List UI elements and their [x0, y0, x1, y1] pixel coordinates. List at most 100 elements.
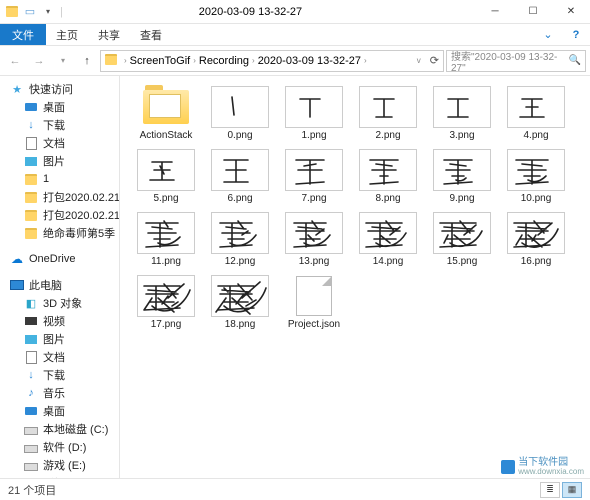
- maximize-button[interactable]: ☐: [514, 0, 552, 24]
- sidebar-folder-pack2[interactable]: 打包2020.02.21.02: [0, 206, 119, 224]
- file-list[interactable]: ActionStack 0.png 1.png 2.png 3.png4.png 5.pn…: [120, 76, 590, 478]
- image-item[interactable]: 6.png: [204, 147, 276, 206]
- image-item[interactable]: 0.png: [204, 84, 276, 143]
- file-label: 14.png: [373, 256, 404, 267]
- minimize-button[interactable]: ─: [476, 0, 514, 24]
- image-item[interactable]: 5.png: [130, 147, 202, 206]
- image-item[interactable]: 14.png: [352, 210, 424, 269]
- sidebar-downloads[interactable]: 下载: [0, 116, 119, 134]
- nav-pane[interactable]: ★快速访问 桌面 下载 文档 图片 1 打包2020.02.21.01 打包20…: [0, 76, 120, 478]
- document-icon: [24, 350, 38, 364]
- image-item[interactable]: 15.png: [426, 210, 498, 269]
- folder-item[interactable]: ActionStack: [130, 84, 202, 143]
- image-item[interactable]: 9.png: [426, 147, 498, 206]
- nav-bar: ← → ▾ ↑ › ScreenToGif › Recording › 2020…: [0, 46, 590, 76]
- item-count: 21 个项目: [8, 482, 56, 498]
- image-item[interactable]: 8.png: [352, 147, 424, 206]
- file-label: 17.png: [151, 319, 182, 330]
- image-item[interactable]: 16.png: [500, 210, 572, 269]
- sidebar-documents[interactable]: 文档: [0, 134, 119, 152]
- refresh-icon[interactable]: ⟳: [430, 54, 439, 67]
- forward-button[interactable]: →: [28, 50, 50, 72]
- sidebar-videos[interactable]: 视频: [0, 312, 119, 330]
- breadcrumb-part[interactable]: ScreenToGif: [130, 55, 191, 67]
- file-label: 8.png: [375, 193, 400, 204]
- sidebar-desktop-pc[interactable]: 桌面: [0, 402, 119, 420]
- image-thumbnail: [211, 212, 269, 254]
- icons-view-button[interactable]: ▦: [562, 482, 582, 498]
- breadcrumb[interactable]: › ScreenToGif › Recording › 2020-03-09 1…: [100, 50, 444, 72]
- breadcrumb-dropdown-icon[interactable]: v: [417, 56, 421, 65]
- tab-share[interactable]: 共享: [88, 24, 130, 45]
- sidebar-desktop[interactable]: 桌面: [0, 98, 119, 116]
- image-item[interactable]: 4.png: [500, 84, 572, 143]
- chevron-right-icon[interactable]: ›: [193, 56, 196, 65]
- image-thumbnail: [507, 212, 565, 254]
- tab-view[interactable]: 查看: [130, 24, 172, 45]
- image-item[interactable]: 2.png: [352, 84, 424, 143]
- image-thumbnail: [211, 149, 269, 191]
- tab-file[interactable]: 文件: [0, 24, 46, 45]
- sidebar-documents-pc[interactable]: 文档: [0, 348, 119, 366]
- pc-icon: [10, 278, 24, 292]
- sidebar-quick-access[interactable]: ★快速访问: [0, 80, 119, 98]
- sidebar-folder-pack1[interactable]: 打包2020.02.21.01: [0, 188, 119, 206]
- sidebar-folder-show5[interactable]: 绝命毒师第5季: [0, 224, 119, 242]
- picture-icon: [24, 332, 38, 346]
- image-item[interactable]: 7.png: [278, 147, 350, 206]
- image-item[interactable]: 11.png: [130, 210, 202, 269]
- close-button[interactable]: ✕: [552, 0, 590, 24]
- drive-icon: [24, 458, 38, 472]
- chevron-right-icon[interactable]: ›: [252, 56, 255, 65]
- help-icon[interactable]: ?: [562, 24, 590, 45]
- ribbon-expand-icon[interactable]: ⌄: [534, 24, 562, 45]
- sidebar-downloads-pc[interactable]: 下载: [0, 366, 119, 384]
- search-input[interactable]: 搜索"2020-03-09 13-32-27" 🔍: [446, 50, 586, 72]
- sidebar-3d-objects[interactable]: 3D 对象: [0, 294, 119, 312]
- image-item[interactable]: 3.png: [426, 84, 498, 143]
- file-label: ActionStack: [140, 130, 193, 141]
- watermark-url: www.downxia.com: [518, 468, 584, 476]
- image-item[interactable]: 1.png: [278, 84, 350, 143]
- sidebar-onedrive[interactable]: OneDrive: [0, 250, 119, 268]
- file-label: 7.png: [301, 193, 326, 204]
- sidebar-drive-d[interactable]: 软件 (D:): [0, 438, 119, 456]
- folder-icon: [4, 4, 20, 20]
- sidebar-pictures-pc[interactable]: 图片: [0, 330, 119, 348]
- sidebar-drive-c[interactable]: 本地磁盘 (C:): [0, 420, 119, 438]
- chevron-right-icon[interactable]: ›: [364, 56, 367, 65]
- sidebar-pictures[interactable]: 图片: [0, 152, 119, 170]
- tab-home[interactable]: 主页: [46, 24, 88, 45]
- up-button[interactable]: ↑: [76, 50, 98, 72]
- image-thumbnail: [211, 275, 269, 317]
- sidebar-this-pc[interactable]: 此电脑: [0, 276, 119, 294]
- file-item[interactable]: Project.json: [278, 273, 350, 332]
- back-button[interactable]: ←: [4, 50, 26, 72]
- file-label: 1.png: [301, 130, 326, 141]
- image-item[interactable]: 18.png: [204, 273, 276, 332]
- image-item[interactable]: 10.png: [500, 147, 572, 206]
- recent-dropdown-icon[interactable]: ▾: [52, 50, 74, 72]
- image-thumbnail: [211, 86, 269, 128]
- file-label: 9.png: [449, 193, 474, 204]
- watermark: 当下软件园 www.downxia.com: [501, 458, 584, 476]
- window-title: 2020-03-09 13-32-27: [25, 6, 476, 18]
- file-label: 2.png: [375, 130, 400, 141]
- sidebar-music[interactable]: 音乐: [0, 384, 119, 402]
- file-label: 12.png: [225, 256, 256, 267]
- status-bar: 21 个项目 ≣ ▦: [0, 478, 590, 500]
- sidebar-drive-e[interactable]: 游戏 (E:): [0, 456, 119, 474]
- picture-icon: [24, 154, 38, 168]
- details-view-button[interactable]: ≣: [540, 482, 560, 498]
- image-item[interactable]: 12.png: [204, 210, 276, 269]
- search-icon[interactable]: 🔍: [569, 55, 581, 66]
- cube-icon: [24, 296, 38, 310]
- file-label: 0.png: [227, 130, 252, 141]
- chevron-right-icon[interactable]: ›: [124, 56, 127, 65]
- breadcrumb-part[interactable]: 2020-03-09 13-32-27: [258, 55, 361, 67]
- sidebar-folder-1[interactable]: 1: [0, 170, 119, 188]
- image-item[interactable]: 13.png: [278, 210, 350, 269]
- breadcrumb-part[interactable]: Recording: [199, 55, 249, 67]
- file-label: 15.png: [447, 256, 478, 267]
- image-item[interactable]: 17.png: [130, 273, 202, 332]
